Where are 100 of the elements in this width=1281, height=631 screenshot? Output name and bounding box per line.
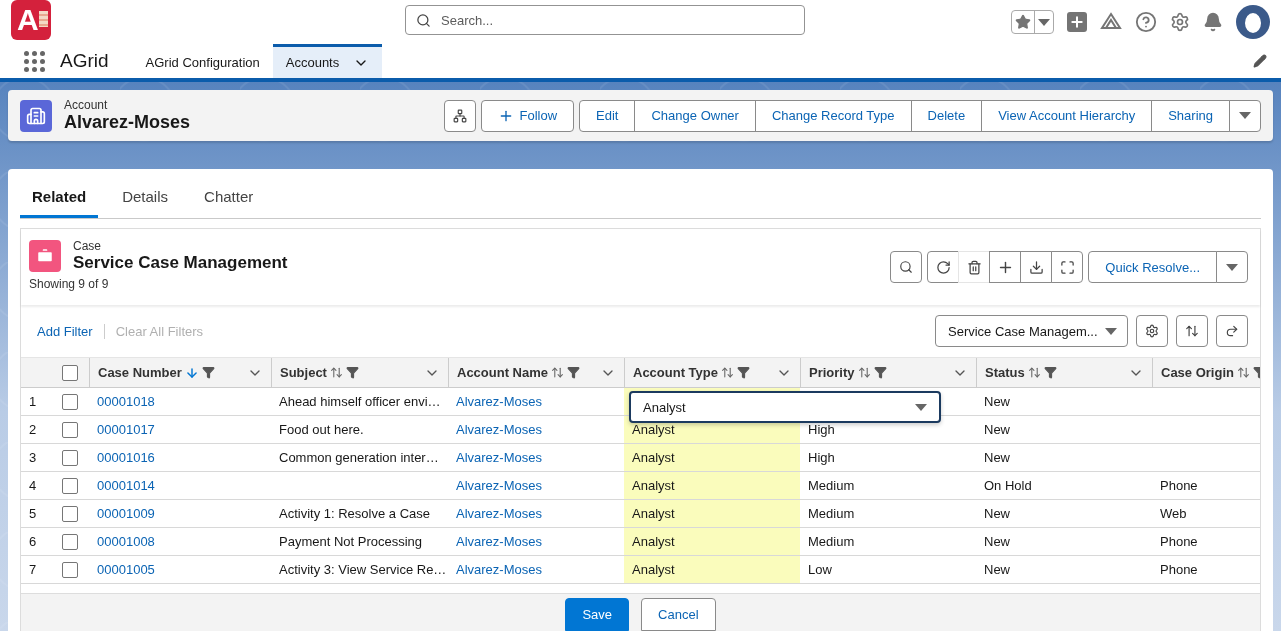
caret-icon [915,403,927,411]
column-header[interactable]: Priority [800,358,976,387]
help-icon[interactable] [1135,11,1157,33]
download-icon [1028,259,1044,275]
row-checkbox[interactable] [62,449,78,466]
toolbar-button[interactable] [989,251,1022,283]
link-cell[interactable]: 00001009 [89,500,271,527]
sort-button[interactable] [1176,315,1208,347]
link-cell[interactable]: 00001005 [89,556,271,583]
row-checkbox[interactable] [62,561,78,578]
tab[interactable]: Chatter [192,182,266,218]
app-launcher-icon[interactable] [24,50,45,72]
record-name: Alvarez-Moses [64,112,191,133]
hierarchy-icon [452,108,467,123]
view-select[interactable]: Service Case Managem... [935,315,1128,347]
row-checkbox[interactable] [62,505,78,522]
action-button[interactable]: View Account Hierarchy [981,99,1153,132]
column-header[interactable]: Account Type [624,358,800,387]
caret-icon [1038,18,1050,26]
follow-button[interactable]: Follow [480,99,575,132]
settings-button[interactable] [1136,315,1168,347]
row-number: 4 [28,477,38,495]
pencil-icon[interactable] [1253,54,1267,68]
table-cell-text: Phone [1159,533,1199,551]
link-cell[interactable]: 00001016 [89,444,271,471]
caret-icon [1105,327,1117,335]
tab[interactable]: Related [20,182,99,218]
link-cell[interactable]: Alvarez-Moses [448,472,624,499]
mountain-icon[interactable] [1100,12,1122,32]
table-cell-text: New [983,393,1011,411]
favorites-button[interactable] [1011,10,1054,34]
action-button[interactable]: Edit [579,99,636,132]
filter-icon [737,366,750,379]
more-actions-button[interactable] [1216,251,1248,283]
table-cell-text: High [807,449,836,467]
row-checkbox[interactable] [62,393,78,410]
caret-icon [1239,112,1251,119]
app-logo: A [11,0,51,40]
search-icon [416,12,431,28]
hierarchy-button[interactable] [443,99,476,132]
column-header[interactable]: Case Origin [1152,358,1260,387]
settings-icon[interactable] [1170,12,1190,32]
share-button[interactable] [1216,315,1248,347]
toolbar-button[interactable] [1020,251,1053,283]
sort-down-icon [184,365,199,380]
row-number: 7 [28,561,38,579]
table-cell-text: Activity 1: Resolve a Case [278,505,431,523]
table-cell: Analyst [624,556,800,583]
link-cell[interactable]: Alvarez-Moses [448,416,624,443]
action-button[interactable]: Change Owner [634,99,756,132]
column-header[interactable]: Case Number [89,358,271,387]
table-cell-text: New [983,561,1011,579]
link-cell[interactable]: 00001017 [89,416,271,443]
action-button[interactable]: Delete [910,99,983,132]
more-actions-button[interactable] [1229,99,1261,132]
link-cell[interactable]: Alvarez-Moses [448,556,624,583]
table-cell-text: Activity 3: View Service Re… [278,561,448,579]
row-checkbox[interactable] [62,533,78,550]
link-cell[interactable]: Alvarez-Moses [448,528,624,555]
filter-icon [873,366,887,379]
table-cell: Analyst [624,528,800,555]
search-field[interactable]: Search... [439,6,794,34]
row-checkbox[interactable] [62,421,78,438]
link-cell[interactable]: Alvarez-Moses [448,388,624,415]
table-cell-text: Web [1159,505,1188,523]
tab[interactable]: Details [110,182,181,218]
save-button[interactable]: Save [565,598,630,631]
nav-tab[interactable]: Accounts [272,44,383,78]
table-cell-text: High [807,421,836,439]
row-checkbox[interactable] [62,477,78,494]
search-button[interactable] [890,251,923,283]
add-icon[interactable] [1067,12,1087,32]
nav-tab[interactable]: AGrid Configuration [132,44,273,78]
row-number: 6 [28,533,38,551]
table-cell-text: Phone [1159,561,1199,579]
link-cell[interactable]: 00001008 [89,528,271,555]
toolbar-button[interactable] [927,251,960,283]
cancel-button[interactable]: Cancel [641,598,716,631]
column-header[interactable]: Status [976,358,1152,387]
quick-resolve-button[interactable]: Quick Resolve... [1088,251,1217,283]
select-all-checkbox[interactable] [62,364,78,381]
table-cell-text: Medium [807,533,856,551]
bell-icon[interactable] [1203,12,1223,32]
column-header[interactable]: Account Name [448,358,624,387]
link-cell[interactable]: 00001018 [89,388,271,415]
link-cell[interactable]: Alvarez-Moses [448,500,624,527]
picklist-field[interactable]: Analyst [629,391,941,423]
search-bar[interactable]: Search... [405,5,805,35]
action-button[interactable]: Change Record Type [754,99,912,132]
column-header[interactable]: Subject [271,358,448,387]
sort-icon [721,366,734,379]
link-cell[interactable]: 00001014 [89,472,271,499]
add-filter-link[interactable]: Add Filter [37,323,105,339]
toolbar-button[interactable] [1051,251,1084,283]
action-button[interactable]: Sharing [1151,99,1230,132]
table-cell-text: Food out here. [278,421,365,439]
user-avatar[interactable] [1236,5,1270,39]
filter-icon [567,366,581,379]
link-cell[interactable]: Alvarez-Moses [448,444,624,471]
sort-icon [551,366,565,379]
